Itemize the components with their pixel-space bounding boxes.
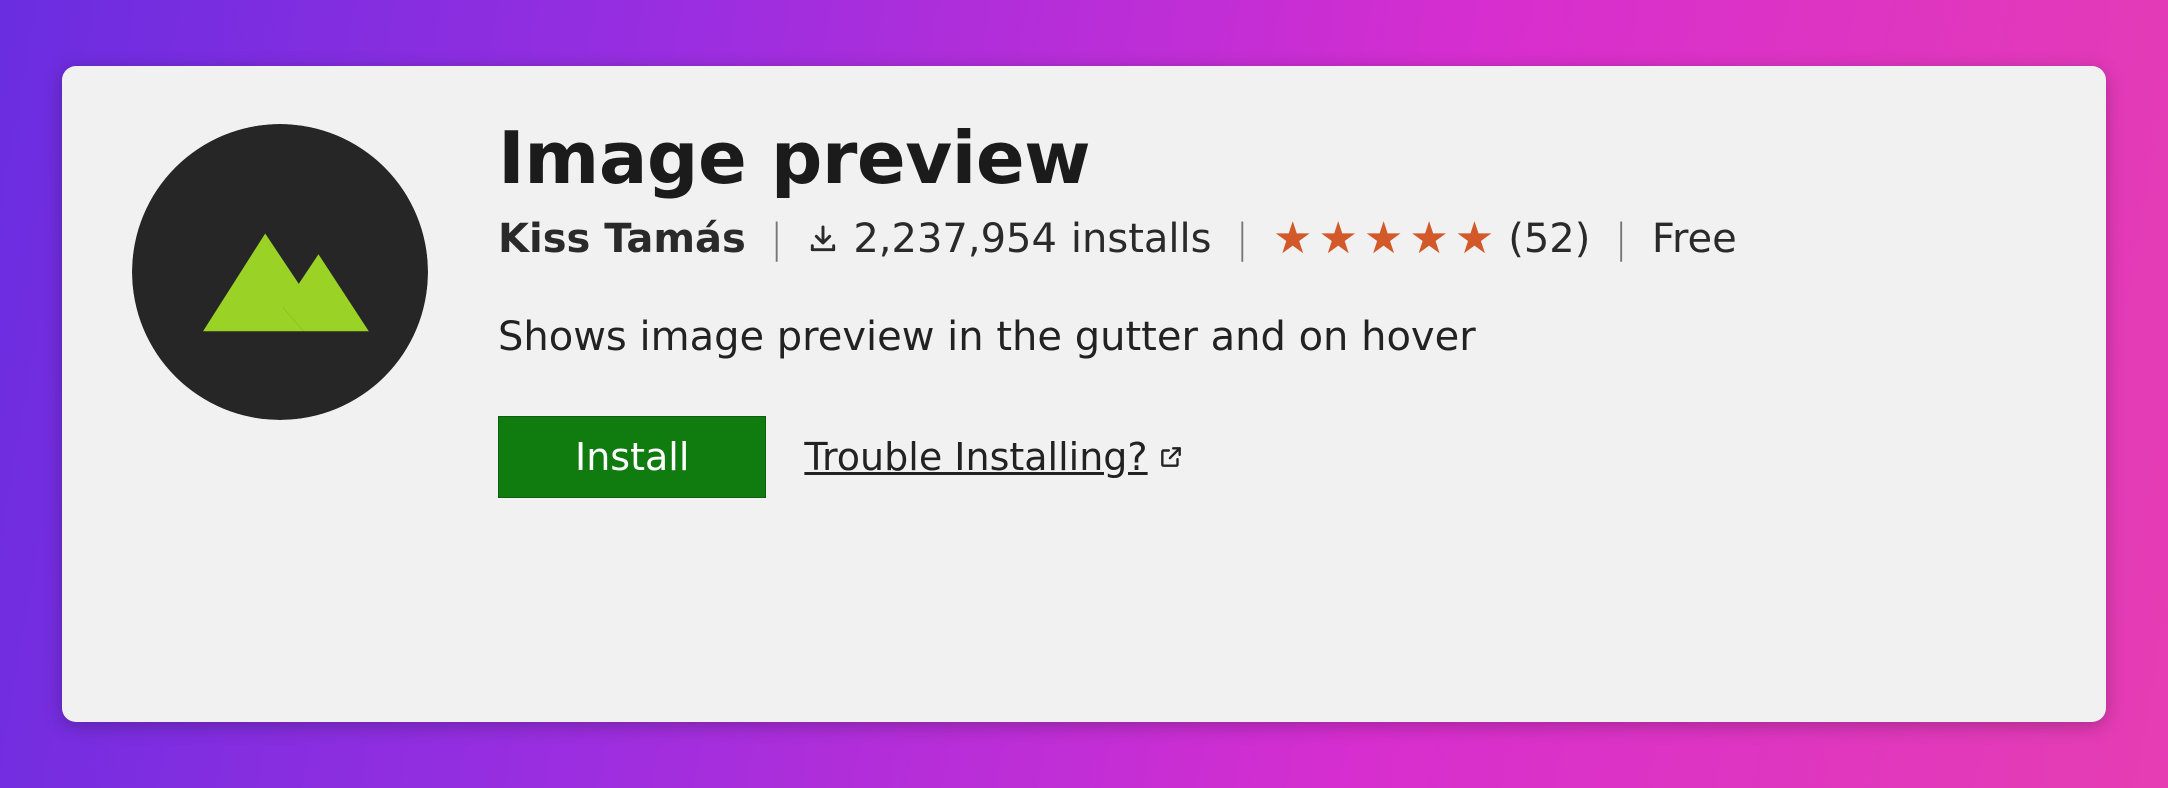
extension-logo [132, 124, 428, 420]
action-row: Install Trouble Installing? [498, 416, 2036, 498]
installs-count: 2,237,954 [853, 216, 1057, 262]
gradient-background: Image preview Kiss Tamás | 2,237,954 ins… [0, 0, 2168, 788]
separator-icon: | [770, 216, 783, 262]
extension-description: Shows image preview in the gutter and on… [498, 314, 2036, 360]
external-link-icon [1158, 444, 1184, 470]
separator-icon: | [1236, 216, 1249, 262]
trouble-installing-link[interactable]: Trouble Installing? [804, 435, 1183, 479]
star-icon: ★ [1318, 217, 1357, 261]
download-icon [807, 223, 839, 255]
star-icon: ★ [1409, 217, 1448, 261]
help-link-label: Trouble Installing? [804, 435, 1147, 479]
separator-icon: | [1614, 216, 1627, 262]
rating-block[interactable]: ★ ★ ★ ★ ★ (52) [1273, 216, 1590, 262]
star-icon: ★ [1455, 217, 1494, 261]
installs-stat: 2,237,954 installs [807, 216, 1211, 262]
extension-card: Image preview Kiss Tamás | 2,237,954 ins… [62, 66, 2106, 722]
star-icon: ★ [1364, 217, 1403, 261]
extension-content: Image preview Kiss Tamás | 2,237,954 ins… [498, 116, 2036, 498]
extension-meta-row: Kiss Tamás | 2,237,954 installs | ★ [498, 216, 2036, 262]
price-label: Free [1652, 216, 1737, 262]
extension-title: Image preview [498, 116, 2036, 200]
star-icon: ★ [1273, 217, 1312, 261]
installs-label: installs [1071, 216, 1212, 262]
author-link[interactable]: Kiss Tamás [498, 216, 746, 262]
install-button[interactable]: Install [498, 416, 766, 498]
review-count: (52) [1508, 216, 1590, 262]
